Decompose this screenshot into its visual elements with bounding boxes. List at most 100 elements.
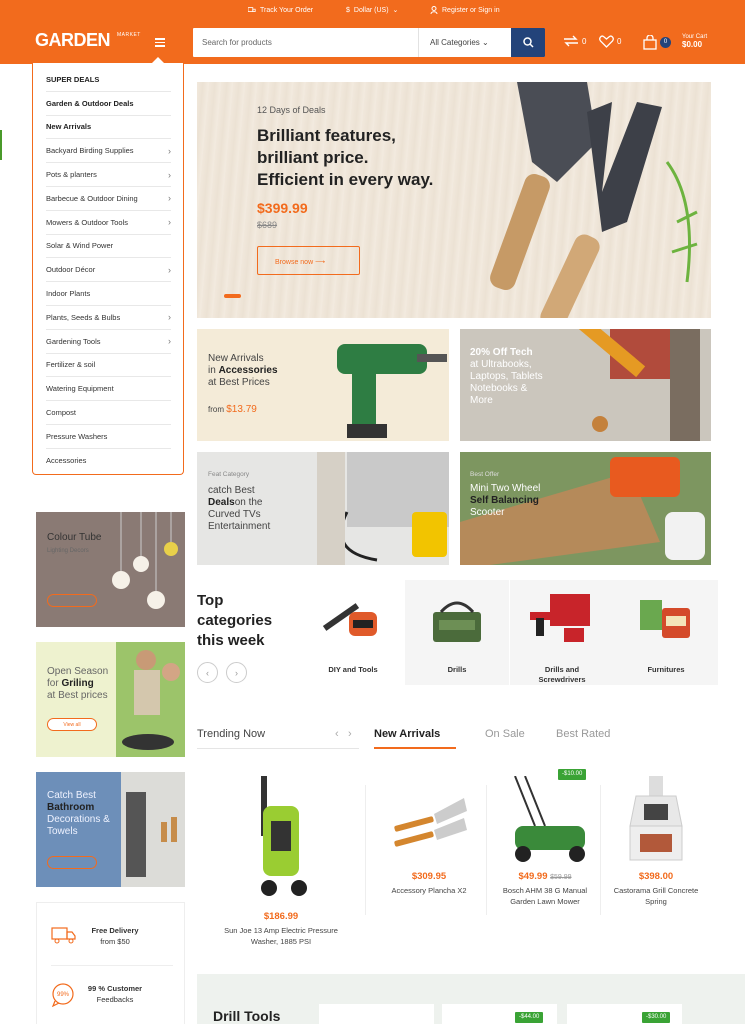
menu-item[interactable]: Barbecue & Outdoor Dining › (46, 187, 171, 211)
menu-item[interactable]: Pots & planters › (46, 163, 171, 187)
menu-item-label: Pressure Washers (46, 431, 108, 441)
svg-text:99%: 99% (57, 992, 70, 998)
menu-item[interactable]: Compost (46, 401, 171, 425)
tab-on-sale[interactable]: On Sale (485, 728, 525, 740)
promo-tile-scooter[interactable]: Best Offer Mini Two Wheel Self Balancing S… (460, 452, 711, 565)
seed-packs-image (640, 600, 690, 638)
promo-tile-tech[interactable]: 20% Off Tech at Ultrabooks, Laptops, Table… (460, 329, 711, 441)
drill-tools-title: Drill Tools (213, 1008, 281, 1024)
category-card-drills-screwdrivers[interactable]: Drills and Screwdrivers (510, 580, 614, 685)
banner-griling[interactable]: Open Season for Griling at Best prices Vie… (36, 642, 185, 757)
concrete-grill-image (629, 776, 683, 861)
menu-toggle-icon[interactable] (155, 38, 165, 47)
feedback-bubble-icon: 99% (51, 983, 74, 1007)
product-divider (600, 785, 601, 915)
plancha-tools-image (394, 798, 467, 847)
menu-item[interactable]: Mowers & Outdoor Tools › (46, 211, 171, 235)
menu-item-label: New Arrivals (46, 122, 92, 132)
search-button[interactable] (511, 28, 545, 57)
promo-tile-curved-tvs[interactable]: Feat Category catch Best Dealson the Curve… (197, 452, 449, 565)
categories-next-button[interactable]: › (226, 662, 247, 683)
menu-item[interactable]: SUPER DEALS (46, 68, 171, 92)
menu-item[interactable]: Accessories (46, 449, 171, 473)
features-box: Free Delivery from $50 99% 99 % Customer F… (36, 902, 185, 1024)
category-card-diy[interactable]: DIY and Tools (301, 580, 405, 685)
menu-item[interactable]: Pressure Washers (46, 425, 171, 449)
menu-item-label: Backyard Birding Supplies (46, 146, 134, 156)
truck-icon (248, 7, 256, 12)
tab-best-rated[interactable]: Best Rated (556, 728, 610, 740)
menu-item[interactable]: Garden & Outdoor Deals (46, 92, 171, 116)
product-divider (486, 785, 487, 915)
menu-item[interactable]: Plants, Seeds & Bulbs › (46, 306, 171, 330)
menu-item-label: Pots & planters (46, 170, 97, 180)
compare-count: 0 (582, 36, 587, 46)
hero-eyebrow: 12 Days of Deals (257, 105, 326, 115)
discount-badge: -$30.00 (642, 1012, 671, 1023)
features-divider (51, 965, 173, 966)
product-card-lawn-mower[interactable]: $49.99 $59.99 Bosch AHM 38 G Manual Garde… (490, 775, 600, 907)
arrow-right-icon: ⟶ (315, 259, 326, 266)
product-card-grill[interactable]: $398.00 Castorama Grill Concrete Spring (604, 776, 708, 907)
chevron-right-icon: › (168, 193, 171, 204)
pressure-washer-product-image (261, 776, 307, 896)
category-select[interactable]: All Categories ⌄ (418, 28, 510, 57)
top-categories-title: Top categories this week (197, 592, 273, 649)
chevron-right-icon: › (168, 145, 171, 156)
banner-bathroom[interactable]: Catch Best Bathroom Decorations & Towels (36, 772, 185, 887)
menu-caret (152, 57, 164, 63)
trending-prev-button[interactable]: ‹ (335, 728, 339, 740)
product-card-plancha[interactable]: $309.95 Accessory Plancha X2 (373, 786, 485, 896)
chevron-right-icon: › (168, 312, 171, 323)
menu-item[interactable]: Watering Equipment (46, 377, 171, 402)
chevron-right-icon: › (348, 728, 352, 740)
towel-image (121, 772, 185, 887)
track-order-link[interactable]: Track Your Order (248, 4, 313, 16)
slider-dot[interactable] (224, 294, 241, 298)
bathroom-button[interactable] (47, 856, 97, 869)
product-card-pressure-washer[interactable]: $186.99 Sun Joe 13 Amp Electric Pressure… (197, 776, 365, 947)
discount-badge: -$44.00 (515, 1012, 544, 1023)
wishlist-count: 0 (617, 37, 622, 46)
side-indicator (0, 130, 2, 160)
menu-item[interactable]: Fertilizer & soil (46, 354, 171, 378)
currency-select[interactable]: $ Dollar (US) ⌄ (346, 4, 398, 16)
chevron-right-icon: › (168, 217, 171, 228)
tab-new-arrivals[interactable]: New Arrivals (374, 728, 440, 740)
promo-tile-accessories[interactable]: New Arrivals in Accessories at Best Prices… (197, 329, 449, 441)
compare-button[interactable]: 0 (563, 35, 586, 47)
menu-item[interactable]: Outdoor Décor › (46, 258, 171, 283)
chevron-right-icon: › (168, 336, 171, 347)
category-select-label: All Categories (430, 38, 480, 47)
shopping-bag-icon (643, 35, 657, 50)
cart-button[interactable]: 0 (643, 35, 671, 50)
trending-underline (197, 748, 359, 749)
cart-summary[interactable]: Your Cart $0.00 (682, 33, 707, 50)
trending-next-button[interactable]: › (348, 728, 352, 740)
menu-item[interactable]: New Arrivals (46, 116, 171, 140)
banner-colour-tube[interactable]: Colour Tube Lighting Decors (36, 512, 185, 627)
category-card-furnitures[interactable]: Furnitures (614, 580, 718, 685)
compare-icon (564, 35, 578, 47)
cart-count-badge: 0 (660, 37, 671, 48)
categories-prev-button[interactable]: ‹ (197, 662, 218, 683)
register-link[interactable]: Register or Sign in (430, 4, 500, 16)
drill-set-image (530, 594, 590, 642)
menu-item[interactable]: Indoor Plants (46, 282, 171, 306)
view-all-button[interactable]: View all (47, 718, 97, 731)
menu-item[interactable]: Backyard Birding Supplies › (46, 139, 171, 164)
browse-now-button[interactable]: Browse now ⟶ (257, 246, 360, 275)
hero-banner: 12 Days of Deals Brilliant features, bril… (197, 82, 711, 318)
feature-free-delivery: Free Delivery from $50 (37, 925, 186, 965)
menu-item-label: SUPER DEALS (46, 74, 100, 84)
menu-item[interactable]: Gardening Tools › (46, 330, 171, 354)
wishlist-button[interactable]: 0 (599, 35, 621, 48)
menu-item-label: Watering Equipment (46, 384, 114, 394)
drill-product-card[interactable] (319, 1004, 434, 1024)
search-input[interactable]: Search for products (202, 38, 272, 47)
garden-tools-image (490, 82, 698, 318)
colour-tube-button[interactable] (47, 594, 97, 607)
category-card-drills[interactable]: Drills (405, 580, 509, 685)
site-logo[interactable]: GARDEN (35, 30, 111, 51)
menu-item[interactable]: Solar & Wind Power (46, 235, 171, 259)
